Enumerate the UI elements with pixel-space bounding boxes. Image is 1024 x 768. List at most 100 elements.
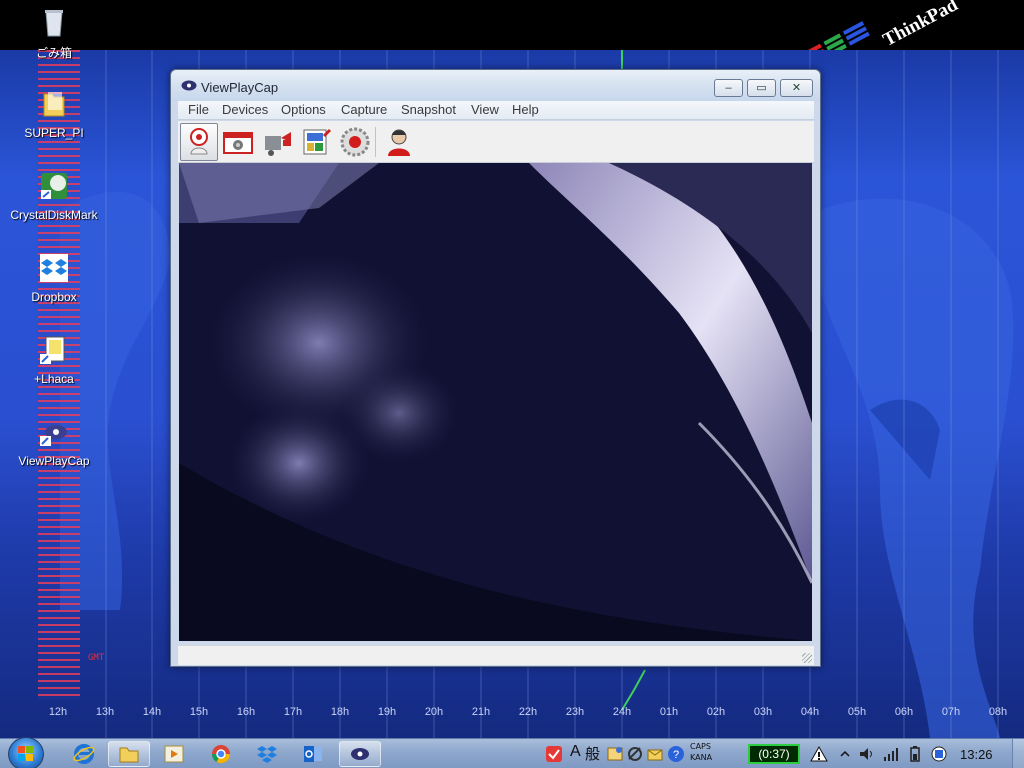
warning-icon[interactable] <box>810 745 828 763</box>
toolbar-separator <box>375 127 376 157</box>
ime-pad-icon[interactable] <box>646 745 664 763</box>
snapshot-button[interactable] <box>219 123 257 161</box>
power-manager-icon[interactable] <box>930 745 948 763</box>
taskbar-media-player[interactable] <box>153 741 195 767</box>
close-button[interactable]: ✕ <box>780 79 813 97</box>
window-title: ViewPlayCap <box>201 80 279 95</box>
properties-icon <box>303 128 332 155</box>
desktop-icon-label: SUPER_PI <box>24 126 84 140</box>
caps-label: CAPS <box>690 742 711 751</box>
record-button[interactable] <box>336 123 374 161</box>
timer-display[interactable]: (0:37) <box>748 744 800 764</box>
record-icon <box>340 127 370 157</box>
desktop-icon-crystaldiskmark[interactable]: CrystalDiskMark <box>4 170 104 222</box>
start-button[interactable] <box>8 737 44 768</box>
hour-tick-label: 15h <box>189 706 209 718</box>
hour-tick-label: 21h <box>471 706 491 718</box>
menu-devices[interactable]: Devices <box>219 102 271 117</box>
show-desktop-button[interactable] <box>1012 739 1024 768</box>
menu-file[interactable]: File <box>185 102 212 117</box>
hour-tick-label: 03h <box>753 706 773 718</box>
desktop-icon-super-pi[interactable]: SUPER_PI <box>4 88 104 140</box>
user-button[interactable] <box>380 123 418 161</box>
desktop-icon-viewplaycap[interactable]: ViewPlayCap <box>4 416 104 468</box>
desktop-icon-label: ごみ箱 <box>35 46 72 60</box>
menu-snapshot[interactable]: Snapshot <box>398 102 459 117</box>
kana-label: KANA <box>690 753 713 762</box>
video-capture-icon <box>265 132 291 156</box>
hour-tick-label: 04h <box>800 706 820 718</box>
hour-tick-label: 08h <box>988 706 1008 718</box>
camera-snapshot-icon <box>223 132 253 154</box>
taskbar-outlook[interactable] <box>292 741 334 767</box>
hour-tick-label: 17h <box>283 706 303 718</box>
windows-logo-icon <box>18 746 33 761</box>
volume-icon[interactable] <box>858 745 876 763</box>
media-player-icon <box>164 745 184 763</box>
desktop-icon-dropbox[interactable]: Dropbox <box>4 252 104 304</box>
hour-scale: 12h 13h 14h 15h 16h 17h 18h 19h 20h 21h 22h 23h 24h 0… <box>0 700 1024 738</box>
lhaca-icon <box>40 336 65 364</box>
caps-kana-indicator: CAPS KANA <box>690 741 712 763</box>
menu-help[interactable]: Help <box>509 102 542 117</box>
desktop-icon-label: CrystalDiskMark <box>10 208 98 222</box>
ime-tool-icon[interactable] <box>626 745 644 763</box>
title-bar[interactable]: ViewPlayCap ‒ ▭ ✕ <box>171 70 820 101</box>
show-hidden-icons-icon[interactable] <box>836 745 854 763</box>
hour-tick-label: 13h <box>95 706 115 718</box>
ime-kanji[interactable]: 般 <box>585 743 603 763</box>
hour-tick-label: 18h <box>330 706 350 718</box>
menu-capture[interactable]: Capture <box>338 102 390 117</box>
properties-button[interactable] <box>297 123 335 161</box>
hour-tick-label: 23h <box>565 706 585 718</box>
taskbar-chrome[interactable] <box>200 741 242 767</box>
help-icon[interactable]: ? <box>667 745 685 763</box>
internet-explorer-icon <box>73 744 95 764</box>
folder-icon <box>43 92 65 117</box>
crystaldiskmark-icon <box>41 173 67 199</box>
hour-tick-label: 01h <box>659 706 679 718</box>
taskbar-internet-explorer[interactable] <box>63 741 105 767</box>
menu-options[interactable]: Options <box>278 102 329 117</box>
dropbox-icon <box>40 254 68 282</box>
menu-view[interactable]: View <box>468 102 502 117</box>
hour-tick-label: 20h <box>424 706 444 718</box>
desktop-icon-lhaca[interactable]: +Lhaca <box>4 334 104 386</box>
video-capture-button[interactable] <box>258 123 296 161</box>
preview-button[interactable] <box>180 123 218 161</box>
taskbar-windows-explorer[interactable] <box>108 741 150 767</box>
ime-dictionary-icon[interactable] <box>606 745 624 763</box>
taskbar-dropbox[interactable] <box>246 741 288 767</box>
viewplaycap-icon <box>181 80 197 91</box>
hour-tick-label: 24h <box>612 706 632 718</box>
viewplaycap-window: ViewPlayCap ‒ ▭ ✕ File Devices Options C… <box>170 69 821 667</box>
security-icon[interactable] <box>545 745 563 763</box>
hour-tick-label: 14h <box>142 706 162 718</box>
hour-tick-label: 02h <box>706 706 726 718</box>
taskbar-viewplaycap[interactable] <box>339 741 381 767</box>
status-bar <box>178 645 814 665</box>
desktop-icon-label: +Lhaca <box>34 372 74 386</box>
hour-tick-label: 12h <box>48 706 68 718</box>
video-preview[interactable] <box>179 163 812 641</box>
dropbox-icon <box>257 746 277 763</box>
menu-bar: File Devices Options Capture Snapshot Vi… <box>178 101 814 120</box>
chrome-icon <box>212 745 230 764</box>
minimize-button[interactable]: ‒ <box>714 79 743 97</box>
battery-icon[interactable] <box>906 745 924 763</box>
outlook-icon <box>304 746 322 762</box>
toolbar <box>178 121 814 163</box>
gmt-label: GMT <box>88 653 105 663</box>
hour-tick-label: 07h <box>941 706 961 718</box>
webcam-feed-image <box>179 163 812 641</box>
desktop-icon-label: ViewPlayCap <box>18 454 90 468</box>
webcam-preview-icon <box>190 128 208 155</box>
maximize-button[interactable]: ▭ <box>747 79 776 97</box>
hour-tick-label: 22h <box>518 706 538 718</box>
viewplaycap-icon <box>40 425 67 446</box>
clock[interactable]: 13:26 <box>960 747 993 762</box>
resize-grip[interactable] <box>802 653 812 663</box>
hour-tick-label: 19h <box>377 706 397 718</box>
desktop-icon-recycle-bin[interactable]: ごみ箱 <box>4 6 104 61</box>
network-icon[interactable] <box>882 745 900 763</box>
